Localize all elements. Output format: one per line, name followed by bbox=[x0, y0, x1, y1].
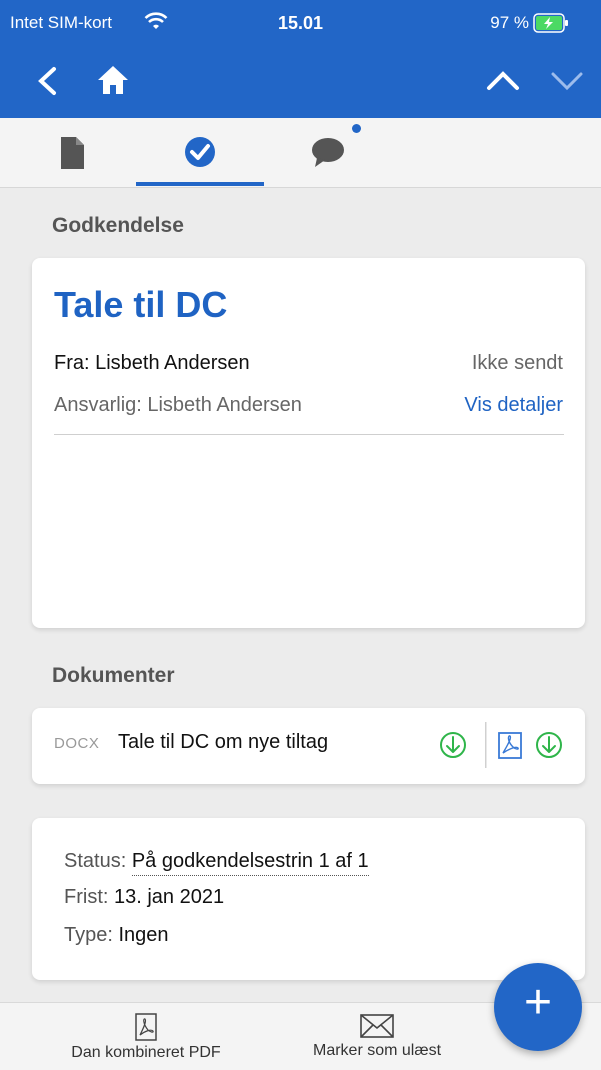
mark-unread-label: Marker som ulæst bbox=[312, 1042, 442, 1059]
tab-comments[interactable] bbox=[264, 118, 392, 188]
pdf-icon bbox=[135, 1013, 157, 1041]
battery-percent: 97 % bbox=[490, 13, 529, 32]
chevron-up-icon[interactable] bbox=[486, 70, 520, 97]
document-actions bbox=[439, 722, 567, 768]
metadata-card: Status: På godkendelsestrin 1 af 1 Frist… bbox=[32, 818, 585, 980]
back-button[interactable] bbox=[36, 66, 58, 101]
approval-card: Tale til DC Fra: Lisbeth Andersen Ikke s… bbox=[32, 258, 585, 628]
approval-responsible: Ansvarlig: Lisbeth Andersen bbox=[54, 394, 302, 416]
document-type: DOCX bbox=[54, 735, 100, 752]
chat-icon bbox=[312, 138, 344, 167]
home-icon[interactable] bbox=[96, 64, 130, 101]
check-circle-icon bbox=[185, 137, 215, 167]
tab-bar bbox=[0, 118, 601, 188]
details-link[interactable]: Vis detaljer bbox=[464, 394, 563, 417]
approval-section-title: Godkendelse bbox=[52, 214, 184, 237]
approval-from: Fra: Lisbeth Andersen bbox=[54, 352, 250, 374]
type-line: Type: Ingen bbox=[64, 924, 169, 947]
battery-icon bbox=[533, 12, 587, 39]
tab-approval[interactable] bbox=[136, 118, 264, 188]
documents-section-title: Dokumenter bbox=[52, 664, 175, 687]
download-pdf-icon[interactable] bbox=[536, 732, 562, 758]
unread-badge bbox=[352, 124, 361, 133]
envelope-icon bbox=[360, 1014, 394, 1038]
status-bar: Intet SIM-kort 15.01 97 % bbox=[0, 0, 601, 44]
approval-status: Ikke sendt bbox=[471, 352, 563, 374]
deadline-label: Frist: bbox=[64, 886, 109, 908]
active-tab-indicator bbox=[136, 182, 264, 186]
status-value[interactable]: På godkendelsestrin 1 af 1 bbox=[131, 850, 369, 876]
divider bbox=[54, 434, 564, 435]
chevron-down-icon[interactable] bbox=[550, 70, 584, 97]
tab-document[interactable] bbox=[8, 118, 136, 188]
deadline-line: Frist: 13. jan 2021 bbox=[64, 886, 224, 909]
type-value: Ingen bbox=[118, 924, 169, 946]
document-name[interactable]: Tale til DC om nye tiltag bbox=[118, 731, 328, 754]
approval-title: Tale til DC bbox=[54, 284, 228, 325]
status-line: Status: På godkendelsestrin 1 af 1 bbox=[64, 850, 369, 876]
status-label: Status: bbox=[64, 850, 127, 872]
top-bar: Intet SIM-kort 15.01 97 % bbox=[0, 0, 601, 118]
add-button[interactable]: + bbox=[494, 963, 582, 1051]
combined-pdf-label: Dan kombineret PDF bbox=[71, 1044, 221, 1061]
plus-icon: + bbox=[523, 976, 553, 1029]
deadline-value: 13. jan 2021 bbox=[114, 886, 225, 908]
separator bbox=[485, 722, 487, 768]
document-icon bbox=[61, 137, 84, 169]
type-label: Type: bbox=[64, 924, 113, 946]
mark-unread-button[interactable]: Marker som ulæst bbox=[292, 1013, 462, 1060]
pdf-icon[interactable] bbox=[498, 732, 522, 759]
combined-pdf-button[interactable]: Dan kombineret PDF bbox=[56, 1013, 236, 1062]
download-icon[interactable] bbox=[440, 732, 466, 758]
document-row[interactable]: DOCX Tale til DC om nye tiltag bbox=[32, 708, 585, 784]
